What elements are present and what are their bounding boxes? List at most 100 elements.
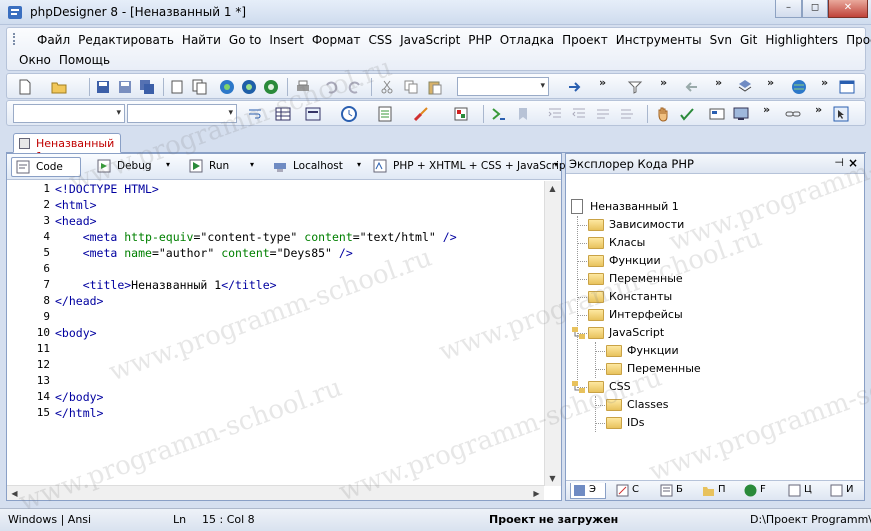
menu-debug[interactable]: Отладка [496, 33, 558, 47]
code-line[interactable]: <meta http-equiv="content-type" content=… [55, 229, 545, 245]
localhost-button[interactable]: Localhost ▾ [269, 157, 364, 177]
tab-project[interactable]: П [700, 483, 736, 499]
scroll-up-icon[interactable]: ▲ [545, 181, 560, 196]
horizontal-scrollbar[interactable]: ◀ ▶ [7, 485, 544, 500]
open-folder-icon[interactable] [51, 79, 67, 95]
tab-untitled-1[interactable]: Неназванный 1 [13, 133, 121, 163]
code-line[interactable]: </head> [55, 293, 545, 309]
close-button[interactable]: ✕ [828, 0, 868, 18]
code-line[interactable] [55, 341, 545, 357]
component-icon[interactable] [737, 79, 753, 95]
print-icon[interactable] [295, 79, 311, 95]
scroll-left-icon[interactable]: ◀ [7, 486, 22, 501]
browser-preview-icon[interactable] [219, 79, 235, 95]
vertical-scrollbar[interactable]: ▲ ▼ [544, 181, 561, 486]
menu-highlighters[interactable]: Highlighters [761, 33, 842, 47]
pin-icon[interactable]: ⊣ [834, 156, 844, 169]
window-layout-icon[interactable] [839, 79, 855, 95]
code-line[interactable]: <meta name="author" content="Deys85" /> [55, 245, 545, 261]
code-editor[interactable]: <!DOCTYPE HTML> <html> <head> <meta http-e… [55, 181, 545, 486]
brush-icon[interactable] [413, 106, 429, 122]
toolbar-overflow-button[interactable]: » [715, 76, 722, 89]
paste-icon[interactable] [427, 79, 443, 95]
toolbar-overflow-button[interactable]: » [599, 76, 606, 89]
code-line[interactable]: <html> [55, 197, 545, 213]
close-file-icon[interactable] [169, 79, 185, 95]
redo-icon[interactable] [347, 79, 363, 95]
save-icon[interactable] [95, 79, 111, 95]
toolbar-overflow-button[interactable]: » [767, 76, 774, 89]
hand-icon[interactable] [655, 106, 671, 122]
toolbar-combo-3[interactable]: ▾ [127, 104, 237, 123]
code-line[interactable]: </body> [55, 389, 545, 405]
uncomment-icon[interactable] [619, 106, 635, 122]
word-wrap-icon[interactable] [247, 106, 263, 122]
menu-css[interactable]: CSS [365, 33, 397, 47]
color-picker-icon[interactable] [453, 106, 469, 122]
cut-icon[interactable] [379, 79, 395, 95]
menu-help[interactable]: Помощь [55, 53, 114, 67]
tab-bookmarks[interactable]: Б [658, 483, 694, 499]
code-line[interactable] [55, 309, 545, 325]
filter-icon[interactable] [627, 79, 643, 95]
close-all-icon[interactable] [191, 79, 207, 95]
menu-window[interactable]: Окно [19, 53, 55, 67]
copy-icon[interactable] [403, 79, 419, 95]
code-line[interactable] [55, 373, 545, 389]
menu-goto[interactable]: Go to [225, 33, 266, 47]
toolbar-overflow-button[interactable]: » [821, 76, 828, 89]
undo-icon[interactable] [323, 79, 339, 95]
scroll-right-icon[interactable]: ▶ [529, 486, 544, 501]
code-line[interactable]: <body> [55, 325, 545, 341]
menu-edit[interactable]: Редактировать [74, 33, 178, 47]
menu-file[interactable]: Файл [37, 33, 74, 47]
spellcheck-icon[interactable] [679, 106, 695, 122]
arrow-right-icon[interactable] [567, 79, 583, 95]
menu-tools[interactable]: Инструменты [612, 33, 706, 47]
toolbar-combo-1[interactable]: ▾ [457, 77, 549, 96]
code-line[interactable]: <title>Неназванный 1</title> [55, 277, 545, 293]
list-icon[interactable] [377, 106, 393, 122]
debug-button[interactable]: Debug ▾ [93, 157, 173, 177]
menu-javascript[interactable]: JavaScript [396, 33, 464, 47]
link-icon[interactable] [785, 106, 801, 122]
maximize-button[interactable]: ◻ [802, 0, 828, 18]
toolbar-combo-2[interactable]: ▾ [13, 104, 125, 123]
menu-grip[interactable] [13, 33, 17, 45]
card-icon[interactable] [709, 106, 725, 122]
browser-icon-3[interactable] [263, 79, 279, 95]
code-line[interactable] [55, 357, 545, 373]
menu-git[interactable]: Git [736, 33, 761, 47]
menu-view[interactable]: Просмотр [842, 33, 871, 47]
code-line[interactable]: <head> [55, 213, 545, 229]
tab-colors[interactable]: Ц [786, 483, 822, 499]
screen-icon[interactable] [733, 106, 749, 122]
minimize-button[interactable]: – [775, 0, 802, 18]
comment-icon[interactable] [595, 106, 611, 122]
back-icon[interactable] [683, 79, 699, 95]
close-icon[interactable]: × [848, 156, 858, 170]
code-line[interactable] [55, 261, 545, 277]
save-as-icon[interactable] [117, 79, 133, 95]
toolbar-overflow-button[interactable]: » [763, 103, 770, 116]
toolbar-overflow-button[interactable]: » [660, 76, 667, 89]
menu-find[interactable]: Найти [178, 33, 225, 47]
code-line[interactable]: </html> [55, 405, 545, 421]
outdent-icon[interactable] [571, 106, 587, 122]
clock-icon[interactable] [341, 106, 357, 122]
table-icon[interactable] [275, 106, 291, 122]
tab-explorer[interactable]: Э [570, 483, 606, 499]
tab-files[interactable]: F [742, 483, 778, 499]
form-icon[interactable] [305, 106, 321, 122]
bookmark-icon[interactable] [515, 106, 531, 122]
indent-icon[interactable] [547, 106, 563, 122]
menu-php[interactable]: PHP [464, 33, 496, 47]
save-all-icon[interactable] [139, 79, 155, 95]
toolbar-overflow-button[interactable]: » [815, 103, 822, 116]
menu-insert[interactable]: Insert [265, 33, 307, 47]
tab-images[interactable]: И [828, 483, 862, 499]
new-file-icon[interactable] [17, 79, 33, 95]
phpdesigner-app-icon[interactable] [7, 5, 23, 20]
tab-code[interactable]: С [614, 483, 650, 499]
menu-project[interactable]: Проект [558, 33, 612, 47]
